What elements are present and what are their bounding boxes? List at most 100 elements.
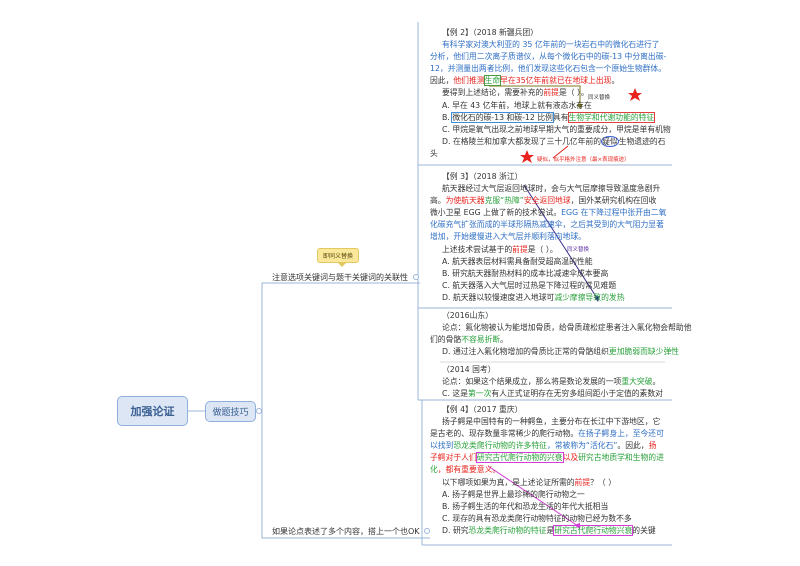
text-segment: ，都有重要意义。 (437, 465, 501, 475)
root-node[interactable]: 加强论证 (117, 396, 188, 426)
text-line: A. 航天器表层材料需具备耐受超高温的性能 (430, 256, 676, 268)
text-line: 扬子鳄是中国特有的一种鳄鱼，主要分布在长江中下游地区，它 (430, 416, 676, 428)
text-segment: 子鳄对于人们 (430, 453, 477, 463)
text-line: 上述技术尝试基于的前提是（ ）。 (430, 244, 676, 256)
text-line: 头 (430, 148, 676, 160)
text-line: D. 研究恐龙类爬行动物的特征是研究古代爬行动物兴衰的关键 (430, 524, 676, 537)
text-segment: 们的骨骼 (430, 335, 462, 345)
text-line: 化碳充气扩张而成的半球形隔热减速伞，之后其受到的大气阻力显著 (430, 219, 676, 231)
text-line: 论点：如果这个结果成立，那么将是数论发展的一项重大突破。 (430, 376, 676, 388)
text-segment: 为使航天器 (445, 196, 485, 206)
collapse-toggle[interactable] (413, 274, 419, 280)
text-segment: 化 (430, 465, 438, 475)
text-line: B. 研究航天器耐热材料的成本比减速伞成本要高 (430, 268, 676, 280)
text-segment: 以找到 (430, 441, 454, 451)
text-segment: C. 甲烷是氧气出现之前地球早期大气的重要成分，甲烷是单有机物 (442, 124, 671, 134)
text-segment: 分析，他们用二次离子质谱仪，从每个微化石中的碳-13 中分离出碳- (430, 52, 667, 62)
text-segment: 以及 (562, 453, 579, 463)
text-segment: 重大突破 (621, 377, 653, 387)
branch-node[interactable]: 做题技巧 (205, 401, 256, 422)
text-segment: ，常被称为“活化石” (546, 441, 618, 451)
text-segment: 的关键 (632, 525, 656, 535)
text-line: 【例 3】（2018 浙江） (430, 171, 676, 183)
text-line: C. 这是第一次有人正式证明存在无穷多组间距小于定值的素数对 (430, 388, 676, 400)
text-line: 论点：氟化物被认为能增加骨质，给骨质疏松症患者注入氟化物会帮助他 (430, 322, 692, 334)
topic-keyword-relevance[interactable]: 注意选项关键词与题干关键词的关联性 (272, 272, 408, 283)
text-segment: D. 研究 (442, 525, 469, 535)
text-segment: 以下哪项如果为真，是上述论证所需的 (442, 477, 575, 487)
highlighted-text: 生物学和代谢功能的特征 (567, 111, 656, 123)
text-line: 有科学家对澳大利亚的 35 亿年前的一块岩石中的微化石进行了 (430, 39, 676, 51)
collapse-toggle[interactable] (256, 408, 262, 414)
text-line: 增加，开始缓慢进入大气层并顺利落向地球。 (430, 231, 676, 243)
text-segment: 减少摩擦导致的发热 (554, 292, 625, 302)
text-line: 以下哪项如果为真，是上述论证所需的前提？（ ） (430, 477, 676, 489)
text-line: C. 现存的具有恐龙类爬行动物特征的动物已经为数不多 (430, 513, 676, 525)
example-4: 【例 4】（2017 重庆） 扬子鳄是中国特有的一种鳄鱼，主要分布在长江中下游地区… (430, 404, 676, 537)
text-line: 要得到上述结论，需要补充的前提是（ ）。 (430, 87, 676, 99)
text-line: （2014 国考） (430, 364, 676, 376)
text-segment: 论点：氟化物被认为能增加骨质，给骨质疏松症患者注入氟化物会帮助他 (442, 323, 692, 333)
text-segment: 前提 (543, 88, 559, 98)
text-segment: 早在35亿年前就已在地球上出现 (500, 76, 612, 86)
highlighted-text: 微化石的碳-13 和碳-12 比例 (451, 111, 554, 123)
text-segment: 12，并测量出两者比例，他们发现这些化石包含一个原始生物群体。 (430, 64, 667, 74)
text-line: 【例 4】（2017 重庆） (430, 404, 676, 416)
text-segment: A. 早在 43 亿年前，地球上就有液态水存在 (442, 100, 592, 110)
text-segment: 增加，开始缓慢进入大气层并顺利落向地球。 (430, 232, 586, 242)
text-line: 微小卫星 EGG 上做了新的技术尝试。EGG 在下降过程中张开由二氧 (430, 207, 676, 219)
text-segment: C. 现存的具有恐龙类爬行动物特征的动物已经为数不多 (442, 513, 632, 523)
example-2016-shandong: （2016山东） 论点：氟化物被认为能增加骨质，给骨质疏松症患者注入氟化物会帮助他… (430, 310, 692, 358)
text-line: B. 扬子鳄生活的年代和恐龙生活的年代大抵相当 (430, 501, 676, 513)
text-segment: 更加脆弱而缺少弹性 (608, 347, 680, 357)
text-segment: 头 (430, 148, 438, 158)
branch-label: 做题技巧 (212, 408, 249, 418)
text-segment: 安全返回地球 (523, 196, 571, 206)
text-line: D. 航天器以较慢速度进入地球可减少摩擦导致的发热 (430, 292, 676, 304)
text-segment: 在扬子鳄身上，至今还可 (578, 429, 664, 439)
text-segment: （2014 国考） (442, 365, 496, 374)
root-label: 加强论证 (130, 405, 175, 418)
text-line: 【例 2】（2018 新疆兵团） (430, 27, 676, 39)
text-line: 12，并测量出两者比例，他们发现这些化石包含一个原始生物群体。 (430, 63, 676, 75)
text-line: C. 航天器落入大气层时过热是下降过程的常见难题 (430, 280, 676, 292)
text-segment: 航天器经过大气层返回地球时，会与大气层摩擦导致温度急剧升 (442, 184, 661, 194)
text-segment: 微小卫星 EGG 上做了新的技术尝试。 (430, 208, 562, 218)
example-2: 【例 2】（2018 新疆兵团） 有科学家对澳大利亚的 35 亿年前的一块岩石中的… (430, 27, 676, 160)
text-segment: 是古老的、现存数量非常稀少的爬行动物。 (430, 429, 579, 439)
text-segment: 。 (611, 76, 620, 86)
text-segment: A. 扬子鳄是世界上最珍稀的爬行动物之一 (442, 489, 585, 499)
text-segment: B. 研究航天器耐热材料的成本比减速伞成本要高 (442, 268, 609, 278)
text-line: 分析，他们用二次离子质谱仪，从每个微化石中的碳-13 中分离出碳- (430, 51, 676, 63)
text-segment: 克服“热障” (484, 196, 524, 206)
text-line: 以找到恐龙类爬行动物的许多特征，常被称为“活化石”。因此，扬 (430, 440, 676, 452)
text-segment: EGG 在下降过程中张开由二氧 (561, 208, 667, 218)
text-segment: D. 航天器以较慢速度进入地球可 (442, 292, 555, 302)
text-segment: 。 (500, 335, 508, 345)
text-line: （2016山东） (430, 310, 676, 322)
text-segment: 扬 (648, 441, 657, 451)
text-segment: A. 航天器表层材料需具备耐受超高温的性能 (442, 256, 593, 266)
text-segment: 化碳充气扩张而成的半球形隔热减速伞，之后其受到的大气阻力显著 (430, 220, 664, 230)
text-segment: 恐龙类爬行动物的许多特征 (453, 441, 547, 451)
highlighted-text: 生命 (483, 75, 502, 87)
text-line: 们的骨骼不容易折断。 (430, 334, 676, 346)
text-line: 子鳄对于人们研究古代爬行动物的兴衰以及研究古地质学和生物的进 (430, 452, 676, 464)
text-segment: 第一次 (468, 389, 492, 399)
text-segment: 生物遗迹的石 (618, 136, 666, 146)
text-line: 因此，他们推测生命早在35亿年前就已在地球上出现。 (430, 75, 676, 87)
highlighted-text: 研究古代爬行动物兴衰 (553, 524, 634, 536)
text-line: A. 早在 43 亿年前，地球上就有液态水存在 (430, 100, 676, 112)
text-segment: 要得到上述结论，需要补充的 (442, 88, 544, 98)
text-segment: 上述技术尝试基于的 (442, 244, 513, 254)
text-segment: 具有 (552, 112, 569, 122)
text-line: 航天器经过大气层返回地球时，会与大气层摩擦导致温度急剧升 (430, 183, 676, 195)
text-segment: ？（ ） (590, 477, 617, 487)
topic-multiple-content[interactable]: 如果论点表述了多个内容，搭上一个也OK (272, 526, 420, 537)
text-segment: 有人正式证明存在无穷多组间距小于定值的素数对 (491, 389, 663, 399)
text-segment: 前提 (574, 477, 591, 487)
text-segment: 【例 4】（2017 重庆） (442, 405, 523, 414)
text-line: A. 扬子鳄是世界上最珍稀的爬行动物之一 (430, 489, 676, 501)
text-segment: D. 在格陵兰和加拿大都发现了三十几亿年前的 (442, 136, 602, 146)
text-line: D. 通过注入氟化物增加的骨质比正常的骨骼组织更加脆弱而缺少弹性 (430, 346, 680, 358)
